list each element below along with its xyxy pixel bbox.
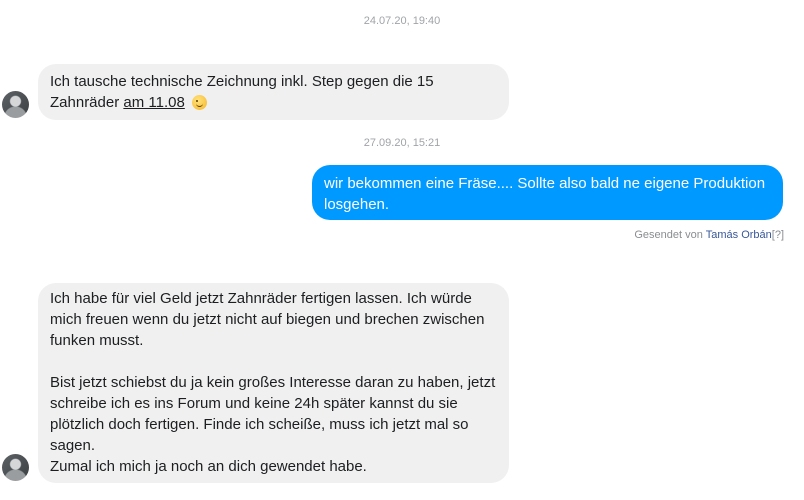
message-text: Ich tausche technische Zeichnung inkl. S… <box>50 73 434 111</box>
chat-thread: 24.07.20, 19:40 Ich tausche technische Z… <box>0 0 804 500</box>
wink-emoji-icon <box>191 95 207 110</box>
avatar[interactable] <box>2 454 29 481</box>
avatar[interactable] <box>2 91 29 118</box>
sent-by-prefix: Gesendet von <box>634 229 706 241</box>
incoming-message[interactable]: Ich tausche technische Zeichnung inkl. S… <box>38 64 509 120</box>
message-paragraph: Ich habe für viel Geld jetzt Zahnräder f… <box>50 290 485 349</box>
help-link[interactable]: [?] <box>772 229 784 241</box>
outgoing-message[interactable]: wir bekommen eine Fräse.... Sollte also … <box>312 165 783 220</box>
sender-name-link[interactable]: Tamás Orbán <box>706 229 772 241</box>
incoming-message[interactable]: Ich habe für viel Geld jetzt Zahnräder f… <box>38 283 509 483</box>
timestamp: 24.07.20, 19:40 <box>363 15 441 27</box>
message-text: wir bekommen eine Fräse.... Sollte also … <box>324 175 766 213</box>
sent-by-label: Gesendet von Tamás Orbán[?] <box>634 229 784 241</box>
timestamp: 27.09.20, 15:21 <box>363 137 441 149</box>
message-paragraph: Zumal ich mich ja noch an dich gewendet … <box>50 458 367 475</box>
date-link[interactable]: am 11.08 <box>123 94 184 111</box>
message-paragraph: Bist jetzt schiebst du ja kein großes In… <box>50 374 496 454</box>
